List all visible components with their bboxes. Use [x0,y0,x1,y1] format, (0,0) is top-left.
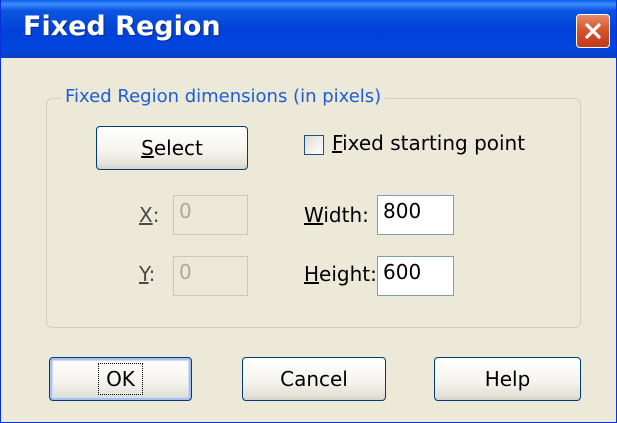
x-input[interactable]: 0 [173,195,248,235]
title-bar[interactable]: Fixed Region [1,0,616,58]
ok-button[interactable]: OK [49,357,192,401]
cancel-button[interactable]: Cancel [242,357,386,401]
select-button-label: Select [141,136,203,160]
window-title: Fixed Region [23,11,221,42]
help-button[interactable]: Help [434,357,581,401]
width-input[interactable]: 800 [377,195,454,235]
y-input[interactable]: 0 [173,256,248,296]
cancel-button-label: Cancel [280,367,348,391]
close-icon [585,23,601,39]
y-label: Y: [139,262,156,286]
x-label: X: [139,203,160,227]
width-label: Width: [304,203,369,227]
fixed-starting-point-checkbox[interactable] [304,135,324,155]
dimensions-group-legend: Fixed Region dimensions (in pixels) [61,86,386,108]
ok-button-label: OK [98,363,143,395]
height-label: Height: [304,262,377,286]
height-input[interactable]: 600 [377,256,454,296]
fixed-region-dialog: Fixed Region Fixed Region dimensions (in… [0,0,617,423]
fixed-starting-point-label[interactable]: Fixed starting point [332,131,525,155]
help-button-label: Help [484,367,531,391]
close-button[interactable] [576,14,610,48]
select-button[interactable]: Select [96,126,248,170]
